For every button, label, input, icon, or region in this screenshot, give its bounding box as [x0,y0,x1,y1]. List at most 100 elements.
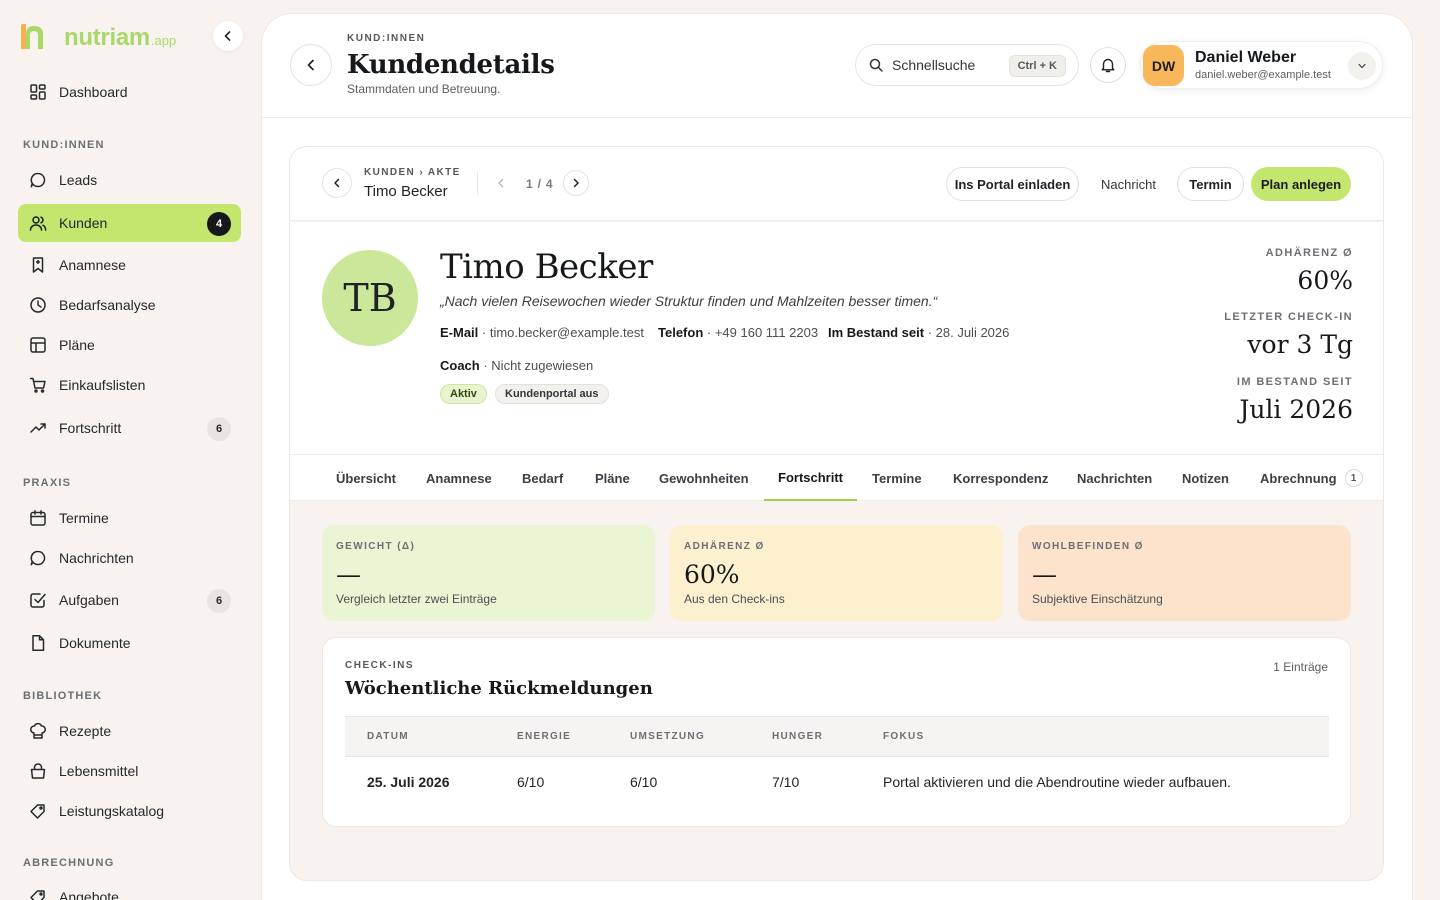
column-header: HUNGER [750,716,861,757]
bookmark-icon [28,255,48,275]
tab-nachrichten[interactable]: Nachrichten [1063,455,1166,501]
kpi-card-wellbeing: WOHLBEFINDEN Ø — Subjektive Einschätzung [1018,525,1351,621]
notifications-button[interactable] [1090,47,1126,83]
cart-icon [28,375,48,395]
count-badge: 6 [207,417,231,441]
sidebar-item-nachrichten[interactable]: Nachrichten [18,539,241,577]
column-header: ENERGIE [495,716,608,757]
customer-name: Timo Becker [440,247,653,287]
customer-profile: TB Timo Becker „Nach vielen Reisewochen … [290,222,1383,455]
tab-abrechnung[interactable]: Abrechnung 1 [1246,455,1377,501]
column-header: FOKUS [861,716,1329,757]
tab-termine[interactable]: Termine [858,455,936,501]
sidebar-item-rezepte[interactable]: Rezepte [18,712,241,750]
sidebar-item-label: Einkaufslisten [59,377,146,393]
stat-value: 60% [1297,266,1353,295]
sidebar-item-label: Rezepte [59,723,112,739]
sidebar-item-label: Termine [59,510,109,526]
column-header: UMSETZUNG [608,716,750,757]
cell-hunger: 7/10 [772,773,800,790]
tab-notizen[interactable]: Notizen [1168,455,1243,501]
stat-value: vor 3 Tg [1247,330,1353,359]
sidebar-item-lebensmittel[interactable]: Lebensmittel [18,752,241,790]
collapse-sidebar-button[interactable] [213,21,243,51]
sidebar-item-termine[interactable]: Termine [18,499,241,537]
sidebar-item-leads[interactable]: Leads [18,161,241,199]
page-eyebrow: KUND:INNEN [347,33,426,44]
sidebar-item-aufgaben[interactable]: Aufgaben 6 [18,581,241,619]
kpi-card-weight: GEWICHT (Δ) — Vergleich letzter zwei Ein… [322,525,655,621]
previous-record-button[interactable] [486,168,516,198]
coach-value: · Nicht zugewiesen [479,358,594,373]
sidebar-item-plaene[interactable]: Pläne [18,326,241,364]
sidebar-section-title: BIBLIOTHEK [23,690,103,702]
sidebar-item-label: Angebote [59,889,119,900]
sidebar-item-leistungskatalog[interactable]: Leistungskatalog [18,792,241,830]
kpi-subtext: Subjektive Einschätzung [1032,592,1163,606]
user-menu[interactable]: DW Daniel Weber daniel.weber@example.tes… [1140,41,1383,89]
nutriam-logo-icon [21,24,43,49]
main-panel: KUND:INNEN Kundendetails Stammdaten und … [262,14,1412,900]
invite-portal-button[interactable]: Ins Portal einladen [946,167,1079,201]
brand-logo[interactable]: nutriam .app [18,20,176,50]
next-record-button[interactable] [563,170,589,196]
tab-label: Abrechnung [1260,470,1337,486]
quick-search[interactable]: Ctrl + K [855,44,1079,86]
create-plan-button[interactable]: Plan anlegen [1251,167,1351,201]
kpi-subtext: Vergleich letzter zwei Einträge [336,592,497,606]
sidebar-item-kunden[interactable]: Kunden 4 [18,204,241,242]
calendar-icon [28,508,48,528]
sidebar-item-anamnese[interactable]: Anamnese [18,246,241,284]
sidebar-item-bedarfsanalyse[interactable]: Bedarfsanalyse [18,286,241,324]
status-badge: Aktiv [440,384,487,404]
record-header: KUNDEN › AKTE Timo Becker 1 / 4 Ins Port… [290,147,1383,221]
user-menu-toggle[interactable] [1348,52,1376,80]
checkins-table: DATUM ENERGIE UMSETZUNG HUNGER FOKUS 25.… [345,716,1329,807]
sidebar-item-label: Nachrichten [59,550,134,566]
stat-value: Juli 2026 [1239,395,1353,424]
email-label: E-Mail [440,325,479,340]
tab-uebersicht[interactable]: Übersicht [322,455,410,501]
sidebar-item-label: Pläne [59,337,95,353]
back-button[interactable] [290,44,332,86]
sidebar-section-title: ABRECHNUNG [23,857,115,869]
sidebar-item-dashboard[interactable]: Dashboard [18,73,241,111]
tab-korrespondenz[interactable]: Korrespondenz [939,455,1062,501]
stat-label: LETZTER CHECK-IN [1224,311,1353,323]
chat-icon [28,548,48,568]
since-label: Im Bestand seit [828,325,925,340]
tab-plaene[interactable]: Pläne [581,455,644,501]
tab-anamnese[interactable]: Anamnese [412,455,506,501]
since-value: · 28. Juli 2026 [924,325,1010,340]
table-icon [28,335,48,355]
file-icon [28,633,48,653]
search-input[interactable] [892,57,1002,73]
sidebar-item-label: Leads [59,172,98,188]
breadcrumb[interactable]: KUNDEN › AKTE [364,167,461,178]
tab-bedarf[interactable]: Bedarf [508,455,577,501]
appointment-button[interactable]: Termin [1177,167,1244,201]
user-name: Daniel Weber [1195,49,1297,66]
count-badge: 4 [207,212,231,236]
card-title: Wöchentliche Rückmeldungen [345,678,653,699]
tab-fortschritt[interactable]: Fortschritt [764,455,857,501]
record-tabs: Übersicht Anamnese Bedarf Pläne Gewohnhe… [290,455,1383,501]
check-square-icon [28,590,48,610]
entry-count: 1 Einträge [1273,660,1328,674]
tab-gewohnheiten[interactable]: Gewohnheiten [645,455,763,501]
message-button[interactable]: Nachricht [1090,167,1167,201]
email-value: · timo.becker@example.test [478,325,644,340]
sidebar-item-label: Bedarfsanalyse [59,297,156,313]
avatar: DW [1143,45,1184,86]
record-back-button[interactable] [322,168,352,198]
sidebar-item-angebote[interactable]: Angebote [18,878,241,900]
sidebar-item-label: Dokumente [59,635,131,651]
bell-icon [1101,58,1115,73]
sidebar-item-dokumente[interactable]: Dokumente [18,624,241,662]
sidebar-section-title: KUND:INNEN [23,139,105,151]
page-subtitle: Stammdaten und Betreuung. [347,82,501,96]
sidebar-item-einkaufslisten[interactable]: Einkaufslisten [18,366,241,404]
sidebar-item-fortschritt[interactable]: Fortschritt 6 [18,409,241,447]
table-row[interactable]: 25. Juli 2026 6/10 6/10 7/10 Portal akti… [345,757,1329,807]
cell-execution: 6/10 [630,773,658,790]
